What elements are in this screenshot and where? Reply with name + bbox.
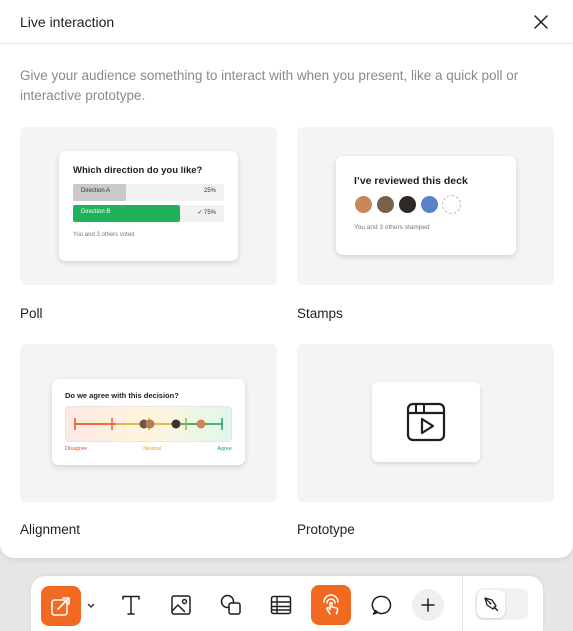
text-icon — [122, 595, 140, 615]
alignment-scale-graphic — [74, 418, 223, 430]
toolbar-divider — [462, 576, 463, 631]
add-icon — [421, 598, 435, 612]
avatar — [420, 195, 439, 214]
alignment-preview: Do we agree with this decision? Disagree… — [52, 379, 245, 465]
poll-card[interactable]: Which direction do you like? Direction A… — [20, 127, 277, 285]
poll-card-label: Poll — [20, 306, 43, 321]
poll-option-b-label: Direction B — [81, 209, 111, 215]
avatar — [354, 195, 373, 214]
prototype-card[interactable] — [297, 344, 554, 502]
comment-tool-button[interactable] — [363, 586, 401, 624]
avatar — [398, 195, 417, 214]
live-interaction-icon — [51, 597, 70, 616]
poll-footer: You and 3 others voted — [73, 232, 135, 238]
poll-option-b-percent: ✓ 75% — [197, 210, 216, 216]
shapes-icon — [220, 594, 241, 615]
stamps-footer: You and 3 others stamped — [354, 224, 430, 231]
stamp-avatars — [354, 195, 498, 214]
draw-mode-knob — [477, 590, 505, 618]
agree-label: Agree — [217, 446, 232, 452]
poll-option-a-label: Direction A — [81, 188, 111, 194]
comment-icon — [371, 595, 392, 615]
pen-tool-icon — [484, 597, 499, 612]
alignment-card[interactable]: Do we agree with this decision? Disagree… — [20, 344, 277, 502]
disagree-label: Disagree — [65, 446, 88, 452]
text-tool-button[interactable] — [112, 586, 150, 624]
stamps-question: I’ve reviewed this deck — [354, 175, 468, 187]
avatar — [376, 195, 395, 214]
dialog-header: Live interaction — [0, 0, 573, 44]
interactive-touch-icon — [323, 594, 339, 615]
bottom-toolbar — [31, 576, 543, 631]
draw-mode-toggle[interactable] — [475, 588, 528, 620]
table-tool-button[interactable] — [262, 586, 300, 624]
alignment-labels: Disagree Neutral Agree — [65, 446, 232, 452]
poll-option-a: Direction A 25% — [73, 184, 224, 201]
prototype-play-icon — [406, 402, 446, 442]
live-interaction-dropdown[interactable] — [83, 596, 99, 616]
stamps-preview: I’ve reviewed this deck You and 3 others… — [336, 156, 516, 255]
image-icon — [171, 595, 191, 615]
alignment-question: Do we agree with this decision? — [65, 391, 179, 400]
poll-question: Which direction do you like? — [73, 165, 203, 176]
alignment-card-label: Alignment — [20, 522, 81, 537]
neutral-label: Neutral — [143, 446, 162, 452]
shapes-tool-button[interactable] — [212, 586, 250, 624]
interactive-tool-button[interactable] — [311, 585, 351, 625]
dialog-title: Live interaction — [20, 13, 115, 30]
poll-preview: Which direction do you like? Direction A… — [59, 151, 238, 261]
add-button[interactable] — [412, 589, 444, 621]
close-icon — [534, 14, 548, 29]
chevron-down-icon — [87, 603, 95, 608]
prototype-card-label: Prototype — [297, 522, 355, 537]
table-icon — [270, 595, 292, 615]
stamps-card[interactable]: I’ve reviewed this deck You and 3 others… — [297, 127, 554, 285]
prototype-preview — [372, 382, 480, 462]
poll-option-a-percent: 25% — [203, 188, 216, 194]
live-interaction-tool-button[interactable] — [41, 586, 81, 626]
image-tool-button[interactable] — [162, 586, 200, 624]
live-interaction-panel: Live interaction Give your audience some… — [0, 0, 573, 558]
close-button[interactable] — [529, 10, 553, 34]
stamps-card-label: Stamps — [297, 306, 343, 321]
dialog-description: Give your audience something to interact… — [20, 68, 519, 103]
poll-option-b: Direction B ✓ 75% — [73, 205, 224, 222]
alignment-scale — [65, 406, 232, 442]
empty-avatar-slot — [442, 195, 461, 214]
